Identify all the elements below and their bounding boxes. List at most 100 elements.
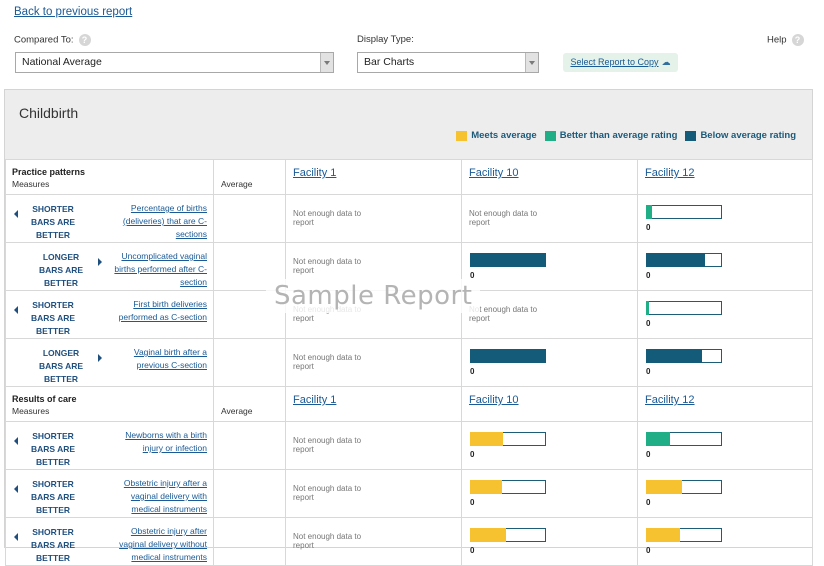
- report-panel: Childbirth Meets average Better than aver…: [4, 89, 813, 566]
- report-table: Practice patterns Measures Average Facility…: [5, 159, 813, 566]
- result-bar: [646, 301, 722, 315]
- direction-label: SHORTER BARS ARE BETTER: [14, 203, 84, 242]
- facility-header-cell: Facility 1: [285, 386, 462, 422]
- facility-value-cell: 0: [461, 421, 638, 470]
- facility-link[interactable]: Facility 12: [645, 167, 695, 179]
- bar-fill: [470, 349, 546, 363]
- chevron-down-icon[interactable]: [320, 53, 333, 72]
- help-icon[interactable]: ?: [78, 34, 91, 46]
- measure-row: SHORTER BARS ARE BETTER Obstetric injury …: [5, 469, 813, 518]
- caret-right-icon: [98, 354, 102, 362]
- display-type-value: Bar Charts: [364, 56, 415, 68]
- facility-value-cell: Not enough data to report: [285, 469, 462, 518]
- not-enough-data-text: Not enough data to report: [293, 305, 362, 323]
- facility-link[interactable]: Facility 12: [645, 394, 695, 406]
- facility-header-cell: Facility 12: [637, 386, 813, 422]
- legend-swatch: [544, 130, 556, 141]
- measure-cell: SHORTER BARS ARE BETTER First birth deliv…: [5, 290, 214, 339]
- bar-value: 0: [470, 546, 475, 555]
- facility-header-cell: Facility 12: [637, 159, 813, 195]
- average-header: Average: [221, 406, 253, 416]
- facility-header-cell: Facility 10: [461, 159, 638, 195]
- result-bar: [470, 432, 546, 446]
- legend-swatch: [456, 130, 468, 141]
- facility-value-cell: 0: [637, 290, 813, 339]
- measure-row: LONGER BARS ARE BETTER Uncomplicated vagi…: [5, 242, 813, 291]
- legend-swatch: [685, 130, 697, 141]
- direction-label: SHORTER BARS ARE BETTER: [14, 478, 84, 517]
- bar-frame: [646, 301, 722, 315]
- section-header-row: Results of care Measures Average Facility 1…: [5, 386, 813, 422]
- direction-text: LONGER BARS ARE BETTER: [38, 252, 84, 288]
- average-header: Average: [221, 179, 253, 189]
- measure-row: SHORTER BARS ARE BETTER Newborns with a b…: [5, 421, 813, 470]
- caret-right-icon: [98, 258, 102, 266]
- facility-value-cell: 0: [637, 517, 813, 566]
- direction-label: SHORTER BARS ARE BETTER: [14, 430, 84, 469]
- legend-item: Better than average rating: [544, 130, 677, 141]
- legend-item: Meets average: [456, 130, 537, 141]
- display-type-select[interactable]: Bar Charts: [357, 52, 539, 73]
- facility-value-cell: 0: [461, 517, 638, 566]
- bar-fill: [470, 432, 503, 446]
- section-header-row: Practice patterns Measures Average Facility…: [5, 159, 813, 195]
- compared-to-text: Compared To:: [14, 34, 74, 46]
- measure-cell: LONGER BARS ARE BETTER Vaginal birth afte…: [5, 338, 214, 387]
- compared-to-select[interactable]: National Average: [15, 52, 334, 73]
- measure-link[interactable]: Newborns with a birth injury or infectio…: [109, 429, 207, 455]
- bar-fill: [470, 480, 502, 494]
- measure-cell: SHORTER BARS ARE BETTER Obstetric injury …: [5, 517, 214, 566]
- measure-link[interactable]: Percentage of births (deliveries) that a…: [109, 202, 207, 241]
- measure-row: SHORTER BARS ARE BETTER Obstetric injury …: [5, 517, 813, 566]
- measure-row: LONGER BARS ARE BETTER Vaginal birth afte…: [5, 338, 813, 387]
- bar-value: 0: [646, 223, 651, 232]
- back-link[interactable]: Back to previous report: [14, 6, 132, 18]
- copy-button-label: Select Report to Copy: [570, 57, 659, 67]
- measure-link[interactable]: Obstetric injury after a vaginal deliver…: [109, 477, 207, 516]
- section-title: Results of care: [12, 394, 77, 404]
- bar-fill: [646, 301, 649, 315]
- help-label[interactable]: Help?: [767, 34, 804, 46]
- average-cell: [213, 194, 286, 243]
- facility-link[interactable]: Facility 10: [469, 167, 519, 179]
- caret-left-icon: [14, 437, 18, 445]
- bar-fill: [646, 253, 705, 267]
- display-type-text: Display Type:: [357, 34, 414, 45]
- not-enough-data-text: Not enough data to report: [293, 484, 362, 502]
- result-bar: [470, 528, 546, 542]
- result-bar: [470, 480, 546, 494]
- direction-text: SHORTER BARS ARE BETTER: [30, 527, 76, 563]
- help-icon[interactable]: ?: [791, 34, 804, 46]
- result-bar: [646, 349, 722, 363]
- section-title-cell: Results of care Measures: [5, 386, 214, 422]
- average-cell: [213, 242, 286, 291]
- facility-link[interactable]: Facility 1: [293, 167, 336, 179]
- chevron-down-icon[interactable]: [525, 53, 538, 72]
- direction-text: LONGER BARS ARE BETTER: [38, 348, 84, 384]
- select-report-to-copy-button[interactable]: Select Report to Copy ☁: [563, 53, 678, 72]
- bar-value: 0: [470, 498, 475, 507]
- measure-link[interactable]: Vaginal birth after a previous C-section: [109, 346, 207, 372]
- facility-value-cell: Not enough data to report: [285, 517, 462, 566]
- facility-value-cell: Not enough data to report: [285, 290, 462, 339]
- compared-to-value: National Average: [22, 56, 102, 68]
- caret-left-icon: [14, 306, 18, 314]
- facility-value-cell: 0: [461, 242, 638, 291]
- bar-fill: [646, 480, 682, 494]
- measure-link[interactable]: First birth deliveries performed as C-se…: [109, 298, 207, 324]
- bar-fill: [470, 528, 506, 542]
- legend-item: Below average rating: [685, 130, 796, 141]
- bar-value: 0: [646, 319, 651, 328]
- facility-link[interactable]: Facility 1: [293, 394, 336, 406]
- facility-header-cell: Facility 10: [461, 386, 638, 422]
- result-bar: [470, 253, 546, 267]
- section-subtitle: Measures: [12, 179, 50, 189]
- measure-link[interactable]: Obstetric injury after vaginal delivery …: [109, 525, 207, 564]
- compared-to-label: Compared To:?: [14, 34, 91, 46]
- facility-link[interactable]: Facility 10: [469, 394, 519, 406]
- direction-label: SHORTER BARS ARE BETTER: [14, 526, 84, 565]
- measure-link[interactable]: Uncomplicated vaginal births performed a…: [109, 250, 207, 289]
- measure-cell: SHORTER BARS ARE BETTER Newborns with a b…: [5, 421, 214, 470]
- facility-value-cell: 0: [637, 194, 813, 243]
- bar-fill: [470, 253, 546, 267]
